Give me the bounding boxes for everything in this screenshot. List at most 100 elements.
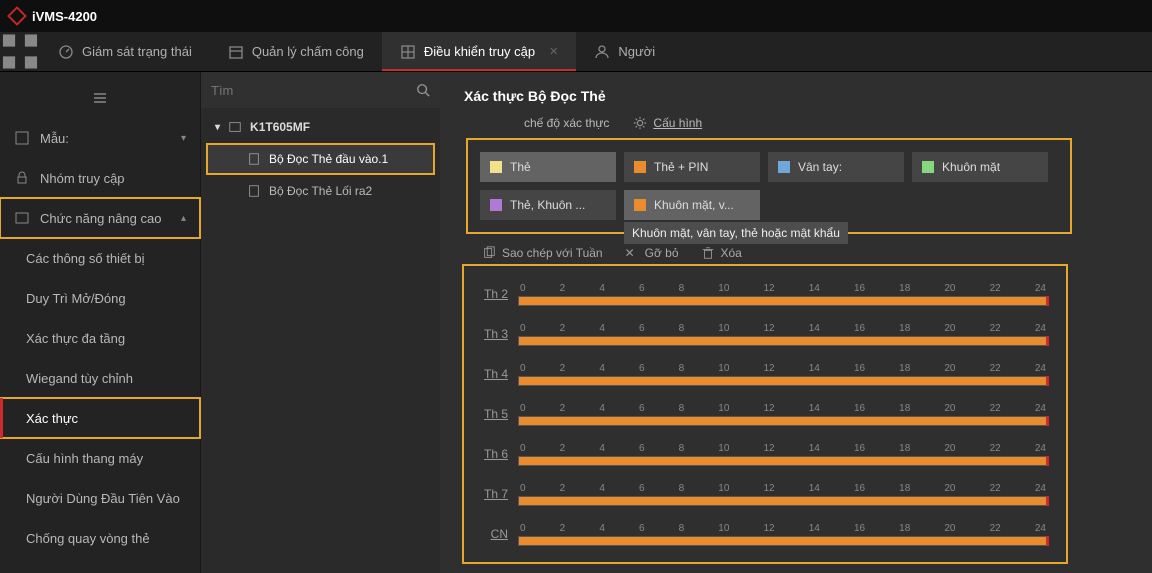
device-icon <box>228 120 242 134</box>
grid-icon <box>400 44 416 60</box>
day-label[interactable]: Th 3 <box>472 327 508 341</box>
time-track[interactable] <box>518 336 1048 346</box>
time-fill <box>519 337 1047 345</box>
time-ticks: 024681012141618202224 <box>518 523 1048 534</box>
sidebar-sub-antipassback[interactable]: Chống quay vòng thẻ <box>0 518 200 558</box>
remove-button[interactable]: ✕ Gỡ bỏ <box>625 246 679 260</box>
delete-button[interactable]: Xóa <box>701 246 742 260</box>
time-fill <box>519 377 1047 385</box>
day-label[interactable]: Th 6 <box>472 447 508 461</box>
sidebar-sub-elevator[interactable]: Cấu hình thang máy <box>0 438 200 478</box>
time-track[interactable] <box>518 496 1048 506</box>
auth-mode-label: chế độ xác thực <box>524 116 609 130</box>
time-end-handle[interactable] <box>1046 336 1049 346</box>
time-track[interactable] <box>518 536 1048 546</box>
sidebar-item-advanced[interactable]: Chức năng nâng cao ▴ <box>0 198 200 238</box>
sidebar-sub-wiegand[interactable]: Wiegand tùy chỉnh <box>0 358 200 398</box>
time-ticks: 024681012141618202224 <box>518 403 1048 414</box>
config-link[interactable]: Cấu hình <box>633 116 702 130</box>
auth-mode-tooltip: Khuôn mặt, vân tay, thẻ hoặc mật khẩu <box>624 222 848 244</box>
time-end-handle[interactable] <box>1046 456 1049 466</box>
close-icon: ✕ <box>625 246 639 260</box>
card-reader-icon <box>247 184 261 198</box>
time-end-handle[interactable] <box>1046 296 1049 306</box>
sidebar-sub-keepopen[interactable]: Duy Trì Mở/Đóng <box>0 278 200 318</box>
time-track[interactable] <box>518 416 1048 426</box>
sidebar-label: Chức năng nâng cao <box>40 211 161 226</box>
day-row-fri: Th 6024681012141618202224 <box>472 434 1048 474</box>
device-tree: ▾ K1T605MF Bộ Đọc Thẻ đầu vào.1 Bộ Đọc T… <box>201 108 440 210</box>
app-logo-icon <box>7 6 27 26</box>
sidebar-sub-multiauth[interactable]: Xác thực đa tầng <box>0 318 200 358</box>
tab-access[interactable]: Điều khiển truy cập✕ <box>382 32 577 71</box>
sidebar-sub-firstin[interactable]: Người Dùng Đầu Tiên Vào <box>0 478 200 518</box>
day-row-sun: CN 024681012141618202224 <box>472 514 1048 554</box>
auth-mode-facefinger[interactable]: Khuôn mặt, v...Khuôn mặt, vân tay, thẻ h… <box>624 190 760 220</box>
gauge-icon <box>58 44 74 60</box>
time-track[interactable] <box>518 376 1048 386</box>
day-label[interactable]: Th 2 <box>472 287 508 301</box>
main-tab-bar: Giám sát trạng tháiQuản lý chấm côngĐiều… <box>0 32 1152 72</box>
color-swatch <box>634 199 646 211</box>
day-row-sat: Th 7024681012141618202224 <box>472 474 1048 514</box>
tab-time[interactable]: Quản lý chấm công <box>210 32 382 71</box>
tree-reader-in[interactable]: Bộ Đọc Thẻ đầu vào.1 <box>207 144 434 174</box>
auth-mode-face[interactable]: Khuôn mặt <box>912 152 1048 182</box>
template-icon <box>14 130 30 146</box>
day-row-tue: Th 3 024681012141618202224 <box>472 314 1048 354</box>
time-fill <box>519 537 1047 545</box>
day-label[interactable]: Th 4 <box>472 367 508 381</box>
time-track[interactable] <box>518 456 1048 466</box>
trash-icon <box>701 246 715 260</box>
day-label[interactable]: Th 7 <box>472 487 508 501</box>
time-end-handle[interactable] <box>1046 416 1049 426</box>
sidebar-sub-params[interactable]: Các thông số thiết bị <box>0 238 200 278</box>
auth-mode-cardpin[interactable]: Thẻ + PIN <box>624 152 760 182</box>
tree-reader-out[interactable]: Bộ Đọc Thẻ Lối ra2 <box>201 176 440 206</box>
color-swatch <box>490 161 502 173</box>
day-row-mon: Th 2 024681012141618202224 <box>472 274 1048 314</box>
left-sidebar: Mẫu: ▾ Nhóm truy cập Chức năng nâng cao … <box>0 72 200 573</box>
person-icon <box>594 44 610 60</box>
copy-icon <box>482 246 496 260</box>
day-label[interactable]: Th 5 <box>472 407 508 421</box>
sidebar-item-template[interactable]: Mẫu: ▾ <box>0 118 200 158</box>
auth-mode-card[interactable]: Thẻ <box>480 152 616 182</box>
apps-grid-icon[interactable] <box>0 32 40 71</box>
time-fill <box>519 297 1047 305</box>
calendar-icon <box>228 44 244 60</box>
time-ticks: 024681012141618202224 <box>518 283 1048 294</box>
page-title: Xác thực Bộ Đọc Thẻ <box>464 88 1128 104</box>
chevron-down-icon: ▾ <box>181 133 186 144</box>
schedule-grid: Th 2 024681012141618202224 Th 3 02468101214… <box>464 266 1066 562</box>
time-track[interactable] <box>518 296 1048 306</box>
time-end-handle[interactable] <box>1046 536 1049 546</box>
auth-mode-finger[interactable]: Vân tay: <box>768 152 904 182</box>
chevron-up-icon: ▴ <box>181 213 186 224</box>
device-tree-panel: ▾ K1T605MF Bộ Đọc Thẻ đầu vào.1 Bộ Đọc T… <box>200 72 440 573</box>
gear-icon <box>633 116 647 130</box>
time-end-handle[interactable] <box>1046 376 1049 386</box>
copy-week-button[interactable]: Sao chép với Tuần <box>482 246 603 260</box>
auth-mode-panel: Thẻ Thẻ + PIN Vân tay: Khuôn mặt Thẻ, Khuôn … <box>468 140 1070 232</box>
schedule-toolbar: Sao chép với Tuần ✕ Gỡ bỏ Xóa <box>482 246 1128 260</box>
color-swatch <box>490 199 502 211</box>
color-swatch <box>634 161 646 173</box>
time-end-handle[interactable] <box>1046 496 1049 506</box>
sidebar-label: Mẫu: <box>40 131 69 146</box>
sidebar-collapse-icon[interactable] <box>0 78 200 118</box>
app-title: iVMS-4200 <box>32 9 97 24</box>
color-swatch <box>778 161 790 173</box>
auth-mode-cardface[interactable]: Thẻ, Khuôn ... <box>480 190 616 220</box>
tree-device[interactable]: ▾ K1T605MF <box>201 112 440 142</box>
tab-close-icon[interactable]: ✕ <box>549 45 558 58</box>
tree-search-input[interactable] <box>211 83 416 98</box>
sidebar-sub-auth[interactable]: Xác thực <box>0 398 200 438</box>
card-reader-icon <box>247 152 261 166</box>
day-label[interactable]: CN <box>472 527 508 541</box>
sidebar-item-access-group[interactable]: Nhóm truy cập <box>0 158 200 198</box>
tree-search[interactable] <box>201 72 440 108</box>
time-ticks: 024681012141618202224 <box>518 323 1048 334</box>
tab-status[interactable]: Giám sát trạng thái <box>40 32 210 71</box>
tab-person[interactable]: Người <box>576 32 673 71</box>
